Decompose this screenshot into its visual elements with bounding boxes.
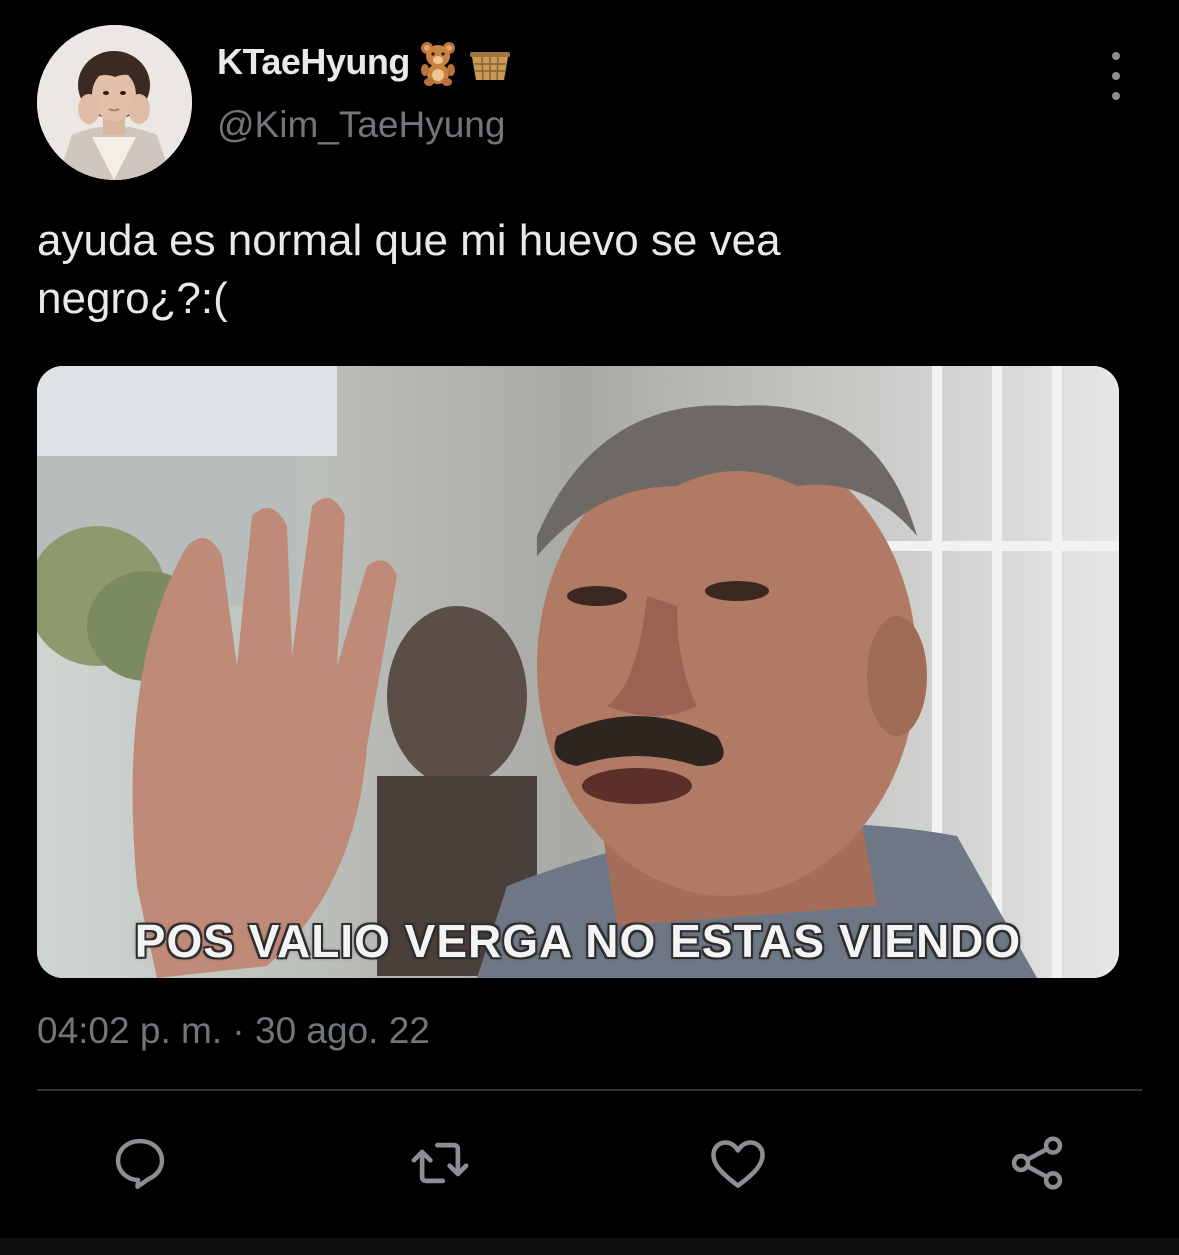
more-options-icon [1112,52,1120,60]
meme-image [37,366,1119,978]
bottom-edge [0,1238,1179,1255]
more-options-button[interactable] [1096,52,1136,100]
share-icon [1011,1136,1063,1190]
more-options-icon-dot [1112,72,1120,80]
retweet-button[interactable] [405,1128,475,1198]
tweet-text: ayuda es normal que mi huevo se vea negr… [37,216,781,323]
reply-button[interactable] [105,1128,175,1198]
share-button[interactable] [1002,1128,1072,1198]
tweet-actions-bar [0,1128,1179,1198]
avatar-image [37,25,192,180]
author-name-row[interactable]: KTaeHyung [217,38,514,86]
teddy-bear-emoji [414,38,462,86]
divider [37,1089,1142,1091]
tweet-time: 04:02 p. m. [37,1010,223,1051]
avatar[interactable] [37,25,192,180]
basket-emoji [466,38,514,86]
more-options-icon-dot [1112,92,1120,100]
tweet-media[interactable]: POS VALIO VERGA NO ESTAS VIENDO [37,366,1119,978]
user-handle[interactable]: @Kim_TaeHyung [217,104,505,146]
reply-icon [115,1138,165,1189]
tweet-date: 30 ago. 22 [255,1010,430,1051]
meme-caption: POS VALIO VERGA NO ESTAS VIENDO [134,915,1022,967]
timestamp-separator: · [232,1010,245,1051]
like-button[interactable] [703,1128,773,1198]
like-icon [711,1140,765,1188]
tweet-timestamp[interactable]: 04:02 p. m. · 30 ago. 22 [37,1010,430,1052]
display-name[interactable]: KTaeHyung [217,41,410,83]
retweet-icon [411,1142,469,1184]
tweet-detail: KTaeHyung @Kim_TaeHyung ayuda es normal … [0,0,1179,1255]
